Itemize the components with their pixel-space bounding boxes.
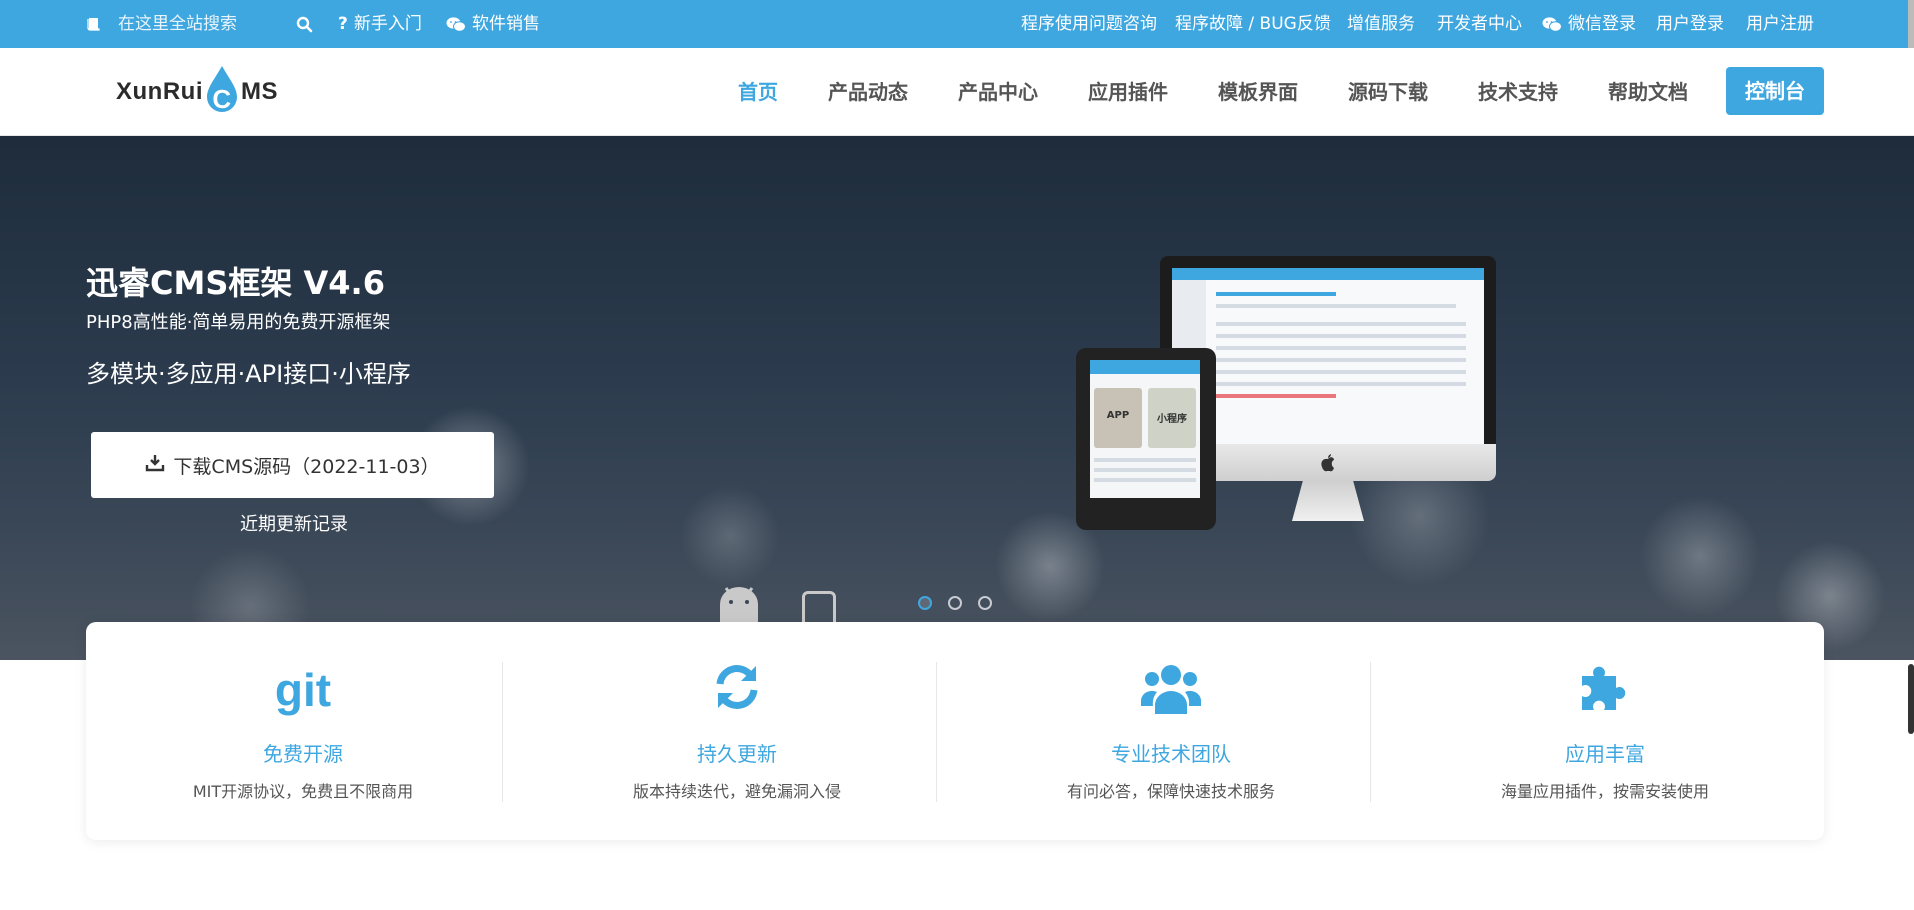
download-source-button[interactable]: 下载CMS源码（2022-11-03） [91, 432, 494, 498]
feature-title: 持久更新 [697, 742, 777, 766]
nav-tech-support[interactable]: 技术支持 [1478, 48, 1558, 136]
search-button[interactable] [296, 0, 313, 48]
value-added-label: 增值服务 [1347, 14, 1415, 34]
usage-question-link[interactable]: 程序使用问题咨询 [1021, 0, 1157, 48]
bug-report-label: 程序故障 / BUG反馈 [1175, 14, 1331, 34]
tablet-screenshot: APP 小程序 [1076, 348, 1216, 530]
user-login-label: 用户登录 [1656, 14, 1724, 34]
feature-open-source: git 免费开源 MIT开源协议，免费且不限商用 [86, 622, 520, 840]
wechat-login-label: 微信登录 [1568, 14, 1636, 34]
nav-product-center[interactable]: 产品中心 [958, 48, 1038, 136]
users-icon [954, 662, 1388, 714]
tablet-app-label: APP [1094, 388, 1142, 448]
refresh-icon [520, 662, 954, 712]
wechat-icon [446, 16, 466, 33]
logo-text-left: XunRui [116, 78, 203, 105]
feature-desc: 有问必答，保障快速技术服务 [1066, 782, 1275, 801]
feature-divider [936, 662, 937, 802]
search-icon [296, 16, 313, 33]
site-logo[interactable]: XunRui C MS [116, 62, 278, 122]
developer-center-label: 开发者中心 [1437, 14, 1522, 34]
hero-banner: 迅睿CMS框架 V4.6 PHP8高性能·简单易用的免费开源框架 多模块·多应用… [0, 136, 1914, 660]
newbie-label: 新手入门 [353, 14, 422, 34]
logo-text-right: MS [241, 78, 278, 105]
user-register-label: 用户注册 [1746, 14, 1814, 34]
feature-divider [1370, 662, 1371, 802]
user-login-link[interactable]: 用户登录 [1656, 0, 1724, 48]
main-header: XunRui C MS 首页 产品动态 产品中心 应用插件 模板界面 源码下载 … [0, 48, 1914, 136]
slider-dot-2[interactable] [948, 596, 962, 610]
feature-desc: MIT开源协议，免费且不限商用 [192, 782, 414, 801]
feature-title: 应用丰富 [1565, 742, 1645, 766]
value-added-link[interactable]: 增值服务 [1347, 0, 1415, 48]
wechat-icon [1542, 16, 1562, 33]
logo-drop-icon: C [204, 66, 240, 114]
feature-divider [502, 662, 503, 802]
user-register-link[interactable]: 用户注册 [1746, 0, 1814, 48]
nav-help-docs[interactable]: 帮助文档 [1608, 48, 1688, 136]
sales-label: 软件销售 [472, 14, 540, 34]
apple-icon [1321, 454, 1334, 472]
feature-desc: 版本持续迭代，避免漏洞入侵 [632, 782, 841, 801]
feature-plugins: 应用丰富 海量应用插件，按需安装使用 [1388, 622, 1822, 840]
tablet-miniprogram-label: 小程序 [1148, 388, 1196, 448]
logo-c-letter: C [212, 84, 231, 114]
nav-templates[interactable]: 模板界面 [1218, 48, 1298, 136]
wechat-login-link[interactable]: 微信登录 [1542, 0, 1636, 48]
hero-subtitle: PHP8高性能·简单易用的免费开源框架 [86, 312, 391, 333]
feature-team: 专业技术团队 有问必答，保障快速技术服务 [954, 622, 1388, 840]
newbie-link[interactable]: ? 新手入门 [338, 0, 422, 48]
imac-stand [1292, 481, 1364, 521]
download-icon [145, 454, 165, 477]
bug-report-link[interactable]: 程序故障 / BUG反馈 [1175, 0, 1331, 48]
feature-title: 专业技术团队 [1111, 742, 1231, 766]
svg-text:git: git [275, 664, 331, 716]
console-button[interactable]: 控制台 [1726, 67, 1824, 115]
feature-title: 免费开源 [263, 742, 343, 766]
scrollbar-thumb[interactable] [1908, 664, 1914, 734]
slider-dots [918, 596, 992, 610]
download-label: 下载CMS源码（2022-11-03） [173, 455, 440, 478]
developer-center-link[interactable]: 开发者中心 [1437, 0, 1522, 48]
hero-title: 迅睿CMS框架 V4.6 [86, 264, 385, 302]
puzzle-icon [1388, 662, 1822, 712]
book-icon [86, 16, 102, 32]
slider-dot-3[interactable] [978, 596, 992, 610]
site-search-label: 在这里全站搜索 [118, 14, 237, 34]
nav-product-news[interactable]: 产品动态 [828, 48, 908, 136]
slider-dot-1[interactable] [918, 596, 932, 610]
hero-tagline: 多模块·多应用·API接口·小程序 [86, 360, 411, 388]
feature-desc: 海量应用插件，按需安装使用 [1500, 782, 1709, 801]
features-panel: git 免费开源 MIT开源协议，免费且不限商用 持久更新 版本持续迭代，避免漏… [86, 622, 1824, 840]
nav-home[interactable]: 首页 [738, 48, 778, 136]
feature-updates: 持久更新 版本持续迭代，避免漏洞入侵 [520, 622, 954, 840]
question-icon: ? [338, 14, 348, 34]
git-icon: git [86, 662, 520, 718]
site-search-link[interactable]: 在这里全站搜索 [86, 0, 237, 48]
usage-question-label: 程序使用问题咨询 [1021, 14, 1157, 34]
sales-link[interactable]: 软件销售 [446, 0, 540, 48]
top-bar: 在这里全站搜索 ? 新手入门 软件销售 程序使用问题咨询 程序故障 / BUG反… [0, 0, 1914, 48]
nav-plugins[interactable]: 应用插件 [1088, 48, 1168, 136]
changelog-link[interactable]: 近期更新记录 [240, 510, 348, 536]
nav-source-download[interactable]: 源码下载 [1348, 48, 1428, 136]
